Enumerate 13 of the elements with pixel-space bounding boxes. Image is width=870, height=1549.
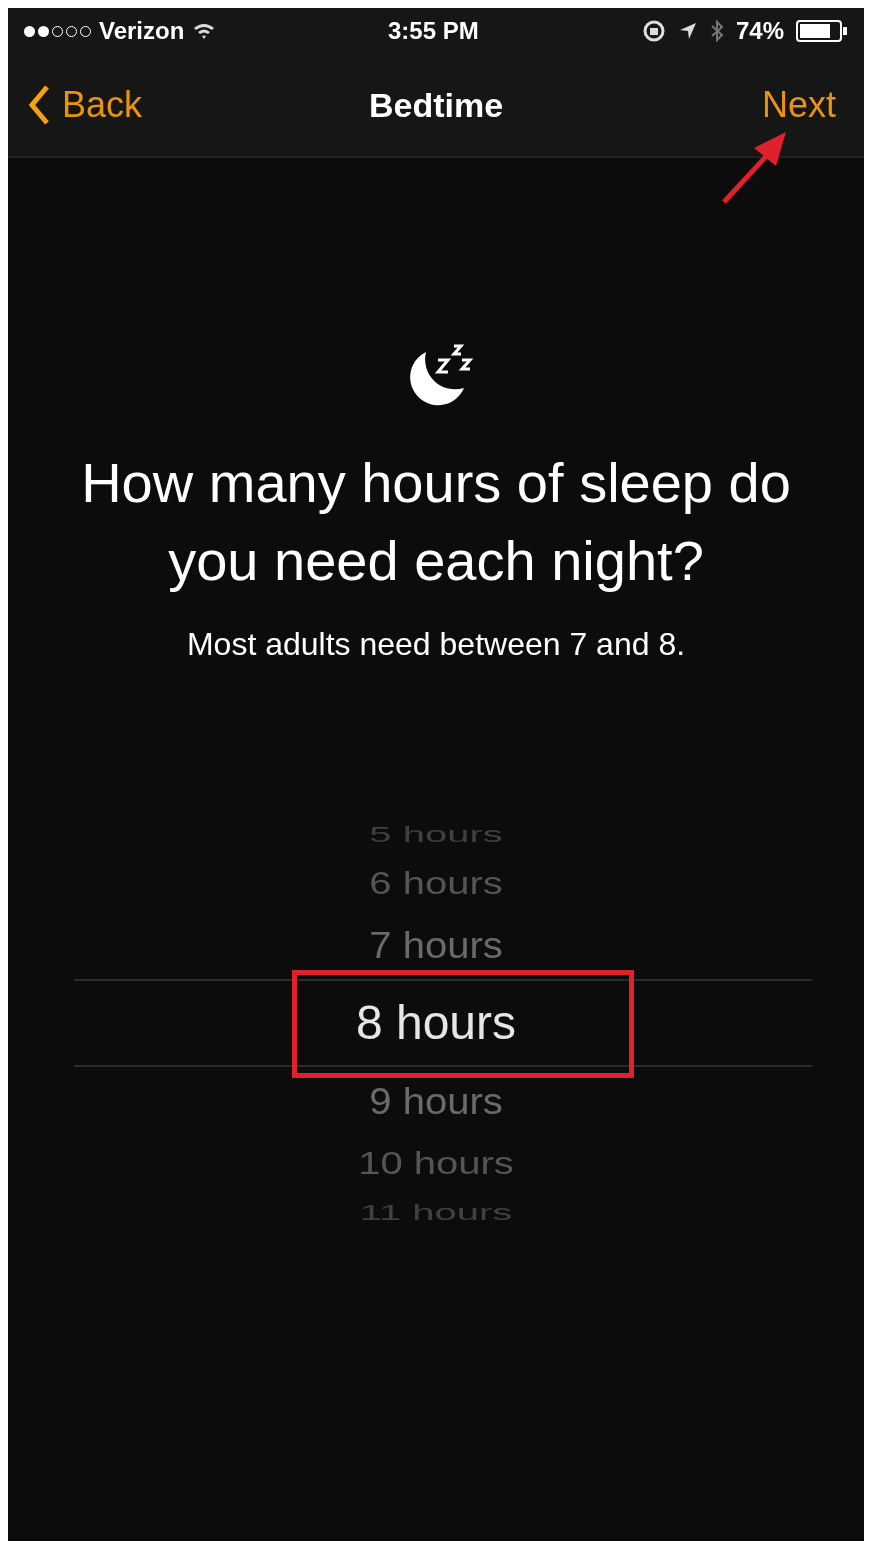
next-button[interactable]: Next	[761, 78, 844, 132]
back-button[interactable]: Back	[28, 78, 143, 132]
carrier-name: Verizon	[99, 16, 185, 46]
question-subtitle: Most adults need between 7 and 8.	[186, 625, 686, 664]
picker-option[interactable]: 6 hours	[369, 867, 503, 899]
picker-option[interactable]: 9 hours	[369, 1083, 503, 1119]
picker-option[interactable]: 7 hours	[369, 927, 503, 963]
picker-option[interactable]: 10 hours	[358, 1147, 514, 1179]
picker-option[interactable]: 8 hours	[355, 999, 517, 1047]
clock-time: 3:55 PM	[388, 16, 479, 46]
navigation-title: Bedtime	[368, 84, 504, 126]
question-heading: How many hours of sleep do you need each night?	[80, 450, 792, 594]
battery-percent: 74%	[735, 16, 784, 46]
